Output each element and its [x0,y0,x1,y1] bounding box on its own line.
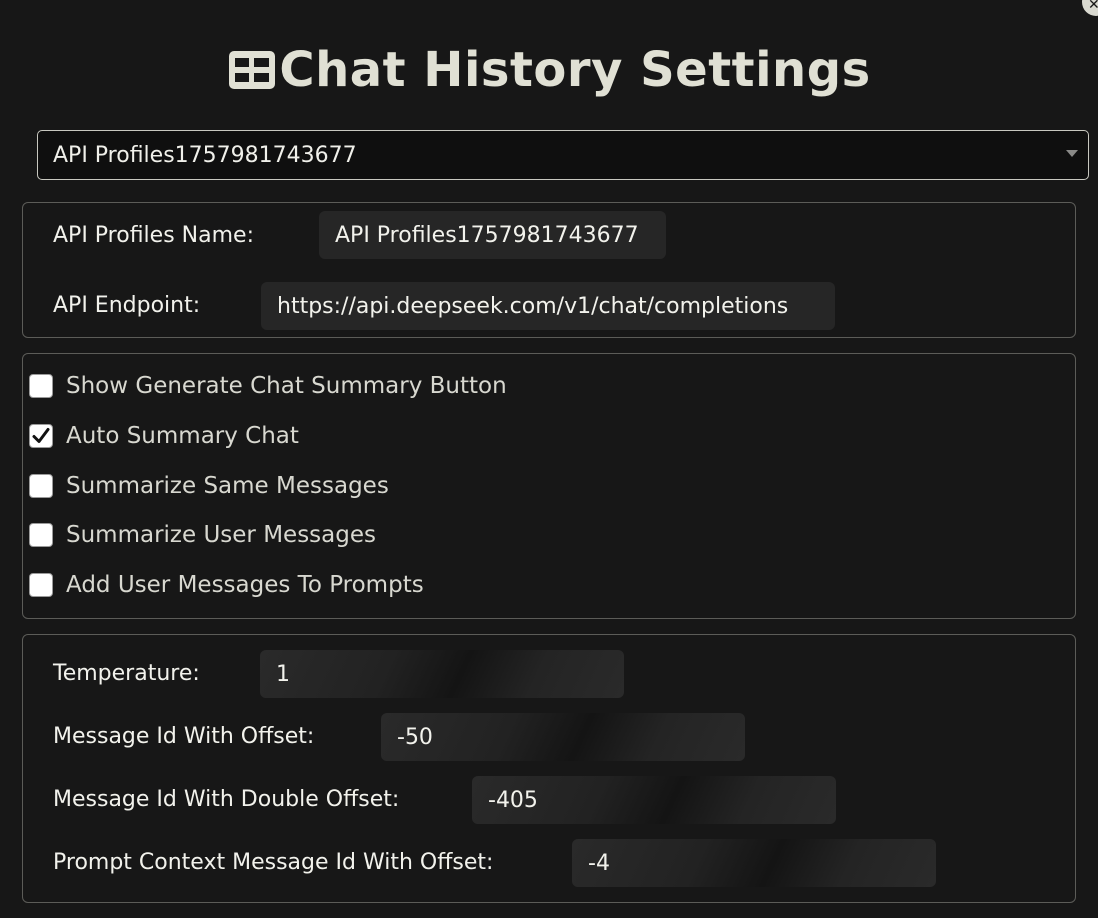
prompt-offset-input[interactable]: -4 [572,839,936,887]
option-show-summary-button[interactable]: Show Generate Chat Summary Button [29,370,507,402]
profile-name-label: API Profiles Name: [53,223,254,248]
option-label: Add User Messages To Prompts [66,572,424,598]
api-profile-panel: API Profiles Name: API Profiles175798174… [22,202,1076,338]
checkbox[interactable] [29,474,53,498]
offset-value: -50 [397,724,433,750]
temperature-value: 1 [276,661,290,687]
profile-name-input[interactable]: API Profiles1757981743677 [319,211,666,259]
option-label: Summarize User Messages [66,522,376,548]
double-offset-input[interactable]: -405 [472,776,836,824]
option-label: Auto Summary Chat [66,423,299,449]
settings-page: ✕ Chat History Settings API Profiles1757… [0,0,1098,918]
endpoint-value: https://api.deepseek.com/v1/chat/complet… [277,293,789,319]
endpoint-label: API Endpoint: [53,293,201,318]
close-badge-icon[interactable]: ✕ [1082,0,1098,16]
profile-select[interactable]: API Profiles1757981743677 [37,130,1089,180]
double-offset-label: Message Id With Double Offset: [53,787,400,812]
option-summarize-user[interactable]: Summarize User Messages [29,519,376,551]
profile-name-value: API Profiles1757981743677 [335,222,639,248]
page-title: Chat History Settings [0,42,1098,98]
checkbox[interactable] [29,424,53,448]
option-add-user-messages[interactable]: Add User Messages To Prompts [29,569,424,601]
endpoint-input[interactable]: https://api.deepseek.com/v1/chat/complet… [261,282,835,330]
prompt-offset-label: Prompt Context Message Id With Offset: [53,850,494,875]
checkbox[interactable] [29,374,53,398]
option-auto-summary[interactable]: Auto Summary Chat [29,420,299,452]
double-offset-value: -405 [488,787,538,813]
option-label: Summarize Same Messages [66,473,389,499]
temperature-label: Temperature: [53,661,200,686]
option-summarize-same[interactable]: Summarize Same Messages [29,470,389,502]
chevron-down-icon [1066,150,1078,157]
temperature-input[interactable]: 1 [260,650,624,698]
offset-input[interactable]: -50 [381,713,745,761]
summary-options-panel: Show Generate Chat Summary Button Auto S… [22,353,1076,619]
checkbox[interactable] [29,523,53,547]
prompt-offset-value: -4 [588,850,610,876]
page-title-text: Chat History Settings [279,42,871,98]
checkmark-icon [32,428,50,443]
parameters-panel: Temperature: 1 Message Id With Offset: -… [22,634,1076,903]
grid-table-icon [227,48,277,92]
profile-select-value: API Profiles1757981743677 [53,142,357,168]
option-label: Show Generate Chat Summary Button [66,373,507,399]
checkbox[interactable] [29,573,53,597]
offset-label: Message Id With Offset: [53,724,315,749]
